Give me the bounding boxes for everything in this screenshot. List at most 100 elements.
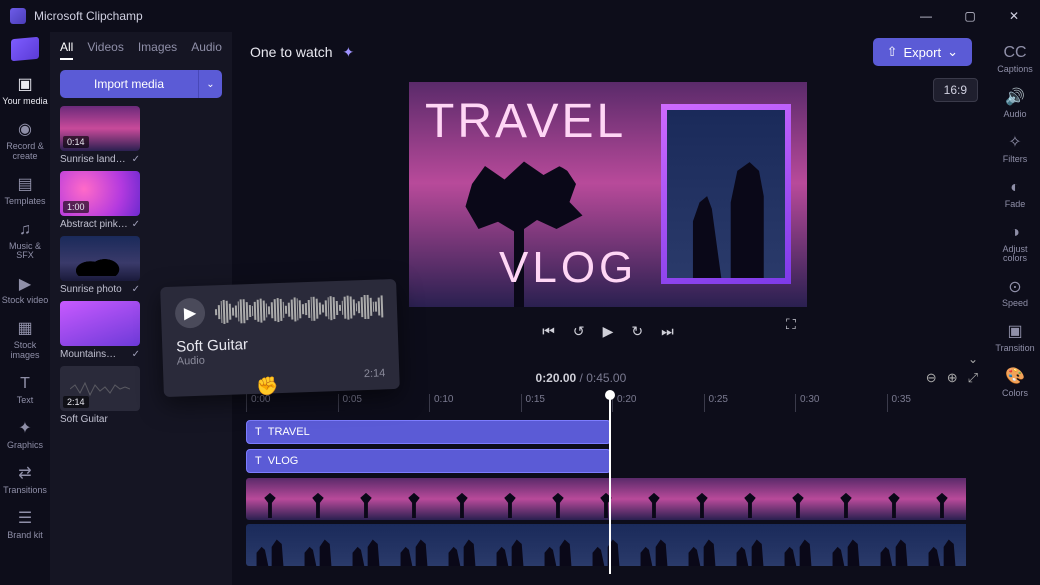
export-label: Export — [904, 45, 942, 60]
media-tabs: All Videos Images Audio — [50, 40, 232, 60]
media-item[interactable]: 0:14 Sunrise land…✓ — [60, 106, 140, 165]
rail-label: Text — [17, 396, 34, 406]
text-clip-icon: T — [255, 455, 262, 467]
rail-filters[interactable]: ✧Filters — [990, 128, 1040, 171]
tab-images[interactable]: Images — [138, 40, 177, 60]
rail-stock-images[interactable]: ▦ Stock images — [0, 314, 50, 367]
rail-label: Filters — [1003, 155, 1028, 165]
tick: 0:35 — [887, 394, 979, 412]
rail-label: Brand kit — [7, 531, 43, 541]
tab-all[interactable]: All — [60, 40, 73, 60]
playhead[interactable] — [609, 394, 611, 574]
preview-canvas[interactable]: TRAVEL VLOG — [409, 82, 807, 307]
app-title: Microsoft Clipchamp — [34, 9, 904, 23]
rail-fade[interactable]: ◐Fade — [990, 173, 1040, 216]
duration-badge: 1:00 — [63, 201, 89, 213]
adjust-icon: ◑ — [1006, 224, 1024, 242]
rail-speed[interactable]: ⊙Speed — [990, 272, 1040, 315]
minimize-button[interactable]: — — [904, 0, 948, 32]
media-item[interactable]: Mountains…✓ — [60, 301, 140, 360]
rail-audio[interactable]: 🔊Audio — [990, 83, 1040, 126]
tick: 0:30 — [795, 394, 887, 412]
upload-icon: ⇧ — [887, 44, 898, 60]
import-dropdown-icon[interactable]: ⌄ — [198, 70, 222, 98]
rail-label: Transition — [995, 344, 1034, 354]
rail-adjust[interactable]: ◑ Adjust colors — [990, 218, 1040, 271]
rail-your-media[interactable]: ▣Your media — [0, 70, 50, 113]
collapse-button[interactable]: ⌄ — [968, 352, 978, 366]
media-name: Mountains… — [60, 349, 116, 360]
grab-cursor-icon: ✊ — [256, 376, 278, 397]
media-name: Abstract pink… — [60, 219, 128, 230]
video-track-1[interactable] — [246, 478, 978, 520]
audio-drag-card[interactable]: ▶ Soft Guitar Audio 2:14 — [160, 279, 400, 397]
text-clip-vlog[interactable]: TVLOG — [246, 449, 611, 473]
play-button[interactable]: ▶ — [603, 323, 614, 340]
rail-brand-kit[interactable]: ☰Brand kit — [0, 504, 50, 547]
tab-videos[interactable]: Videos — [87, 40, 123, 60]
preview-inset — [661, 104, 791, 284]
media-name: Sunrise photo — [60, 284, 122, 295]
export-button[interactable]: ⇧ Export ⌄ — [873, 38, 972, 66]
media-thumbnail — [60, 236, 140, 281]
rail-stock-video[interactable]: ▶Stock video — [0, 269, 50, 312]
import-media-button[interactable]: Import media ⌄ — [60, 70, 222, 98]
media-item[interactable]: Sunrise photo ✓ — [60, 236, 140, 295]
right-rail: CCCaptions 🔊Audio ✧Filters ◐Fade ◑ Adjust… — [990, 32, 1040, 585]
import-label: Import media — [60, 70, 198, 98]
fullscreen-button[interactable]: ⛶ — [786, 316, 796, 333]
rail-label: Stock images — [0, 341, 50, 361]
media-item[interactable]: 1:00 Abstract pink… ✓ — [60, 171, 140, 230]
media-thumbnail: 1:00 — [60, 171, 140, 216]
tab-audio[interactable]: Audio — [191, 40, 222, 60]
zoom-fit-button[interactable]: ⤢ — [968, 370, 978, 386]
text-clip-icon: T — [255, 426, 262, 438]
timeline-tracks[interactable]: T TRAVEL TVLOG — [246, 420, 978, 585]
playback-controls: ⏮ ↺ ▶ ↻ ⏭ — [409, 316, 807, 346]
rewind-button[interactable]: ↺ — [573, 323, 585, 340]
text-clip-travel[interactable]: T TRAVEL — [246, 420, 611, 444]
rail-label: Record & create — [0, 142, 50, 162]
media-icon: ▣ — [16, 76, 34, 94]
rail-templates[interactable]: ▤Templates — [0, 170, 50, 213]
zoom-in-button[interactable]: ⊕ — [947, 370, 958, 386]
maximize-button[interactable]: ▢ — [948, 0, 992, 32]
rail-transition[interactable]: ▣Transition — [990, 317, 1040, 360]
clapper-icon[interactable] — [11, 37, 39, 61]
sparkle-icon[interactable]: ✦ — [343, 44, 355, 61]
rail-transitions[interactable]: ⇄Transitions — [0, 459, 50, 502]
forward-button[interactable]: ↻ — [631, 323, 643, 340]
palette-icon: 🎨 — [1006, 368, 1024, 386]
video-track-2[interactable] — [246, 524, 978, 566]
image-icon: ▦ — [16, 320, 34, 338]
media-item[interactable]: 2:14 Soft Guitar — [60, 366, 140, 425]
tick: 0:20 — [612, 394, 704, 412]
rail-label: Speed — [1002, 299, 1028, 309]
graphics-icon: ✦ — [16, 420, 34, 438]
rail-colors[interactable]: 🎨Colors — [990, 362, 1040, 405]
document-title[interactable]: One to watch — [250, 44, 333, 60]
close-button[interactable]: ✕ — [992, 0, 1036, 32]
card-play-button[interactable]: ▶ — [175, 298, 206, 329]
next-button[interactable]: ⏭ — [661, 323, 674, 340]
card-length: 2:14 — [364, 367, 386, 380]
prev-button[interactable]: ⏮ — [542, 323, 555, 340]
record-icon: ◉ — [16, 121, 34, 139]
app-icon — [10, 8, 26, 24]
clip-label: TRAVEL — [268, 426, 310, 438]
templates-icon: ▤ — [16, 176, 34, 194]
rail-graphics[interactable]: ✦Graphics — [0, 414, 50, 457]
check-icon: ✓ — [132, 219, 140, 230]
transitions-icon: ⇄ — [16, 465, 34, 483]
check-icon: ✓ — [132, 284, 140, 295]
zoom-out-button[interactable]: ⊖ — [926, 370, 937, 386]
rail-captions[interactable]: CCCaptions — [990, 38, 1040, 81]
text-icon: T — [16, 375, 34, 393]
rail-label: Adjust colors — [990, 245, 1040, 265]
duration-badge: 0:14 — [63, 136, 89, 148]
rail-label: Captions — [997, 65, 1033, 75]
rail-music[interactable]: ♫Music & SFX — [0, 215, 50, 268]
rail-text[interactable]: T Text — [0, 369, 50, 412]
rail-record[interactable]: ◉ Record & create — [0, 115, 50, 168]
aspect-ratio-button[interactable]: 16:9 — [933, 78, 978, 102]
